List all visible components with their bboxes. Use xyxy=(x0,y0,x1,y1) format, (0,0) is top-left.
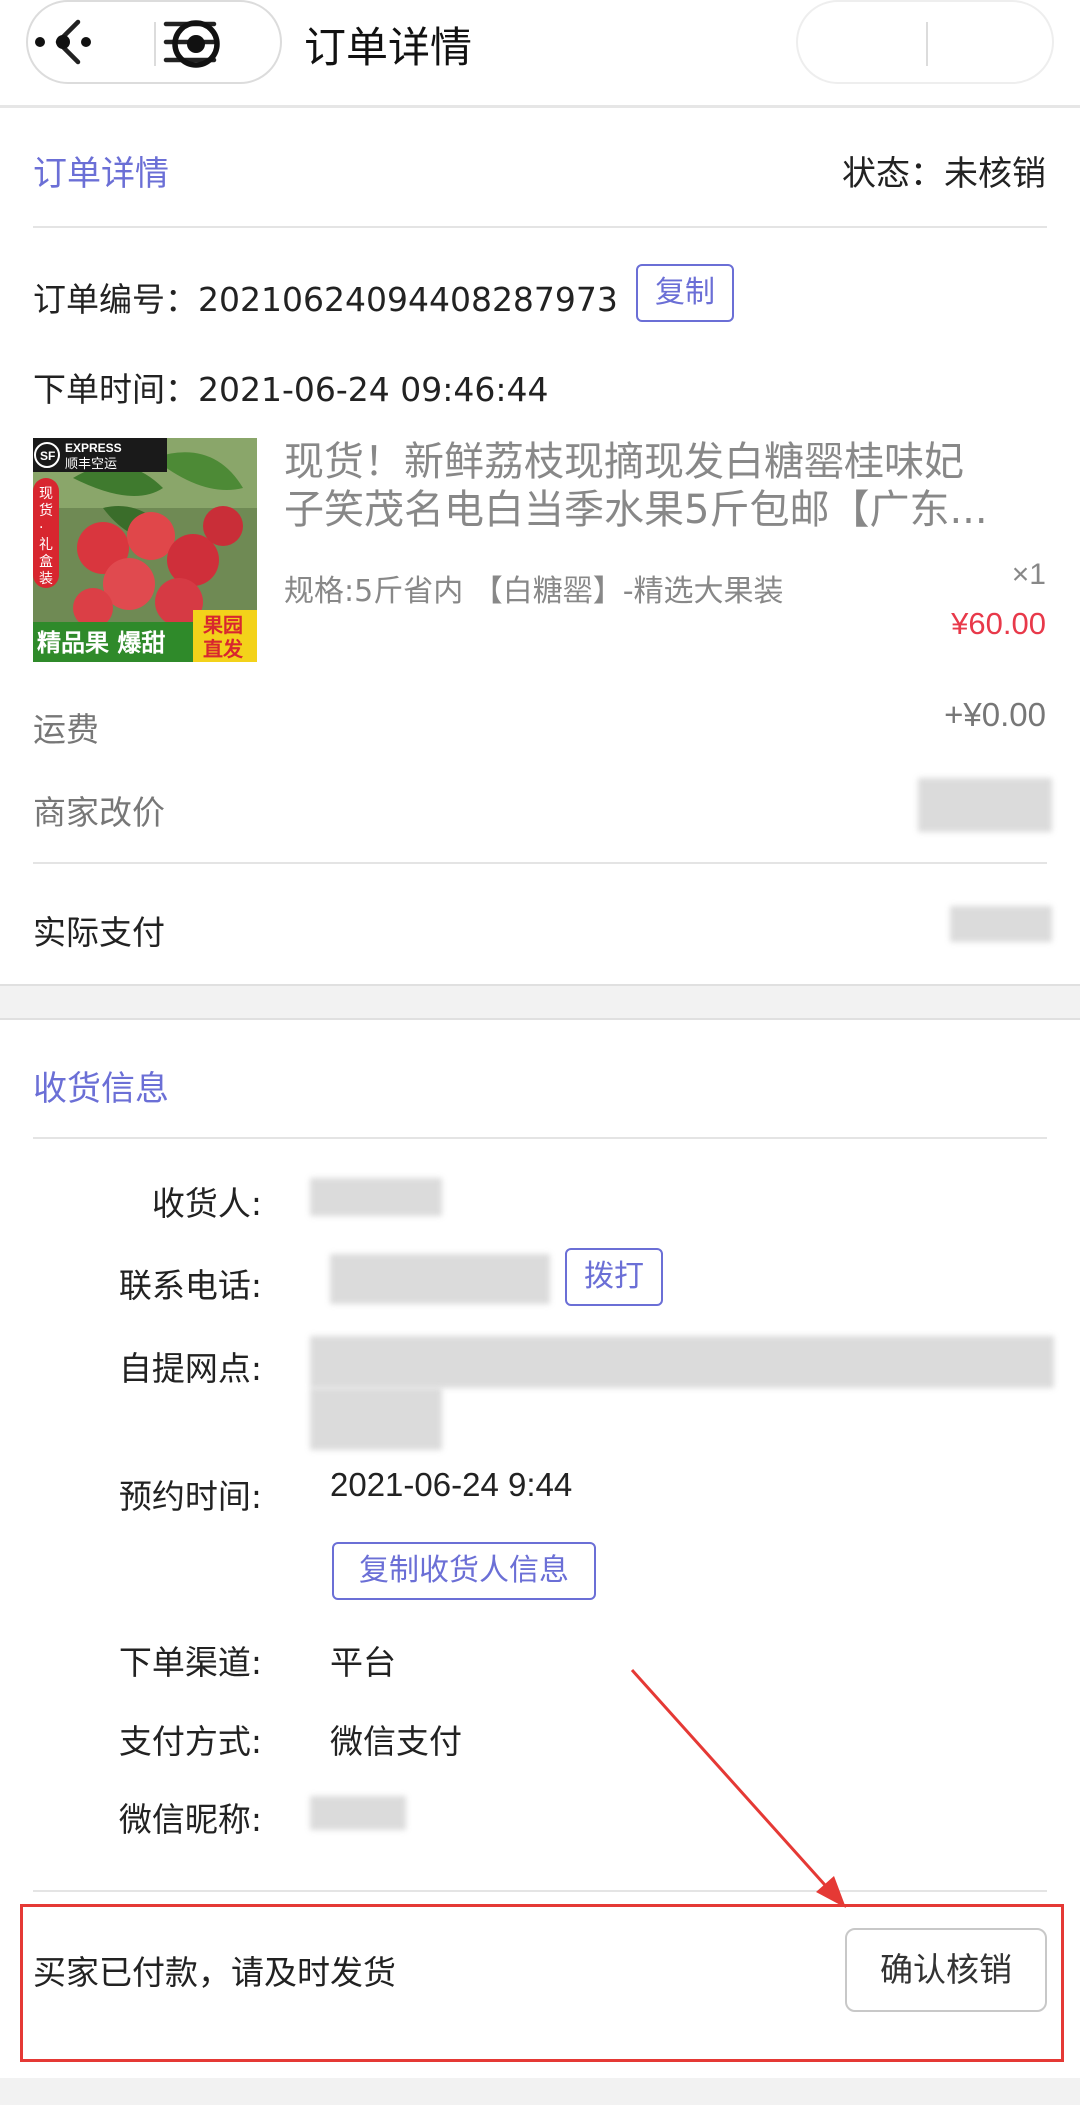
top-navigation-bar: 订单详情 xyxy=(0,0,1080,108)
divider xyxy=(33,1890,1047,1892)
express-text: EXPRESS xyxy=(65,441,122,455)
footer-message: 买家已付款，请及时发货 xyxy=(33,1953,396,1992)
section-separator xyxy=(0,984,1080,1020)
appointment-label: 预约时间: xyxy=(118,1477,262,1516)
product-image[interactable]: SF EXPRESS 顺丰空运 现货·礼盒装 精品果 爆甜 果园直发 xyxy=(33,438,257,662)
phone-redacted xyxy=(330,1254,550,1304)
order-section-title: 订单详情 xyxy=(33,154,169,194)
order-time-label: 下单时间： xyxy=(33,370,198,409)
annotation-arrow-icon xyxy=(630,1668,846,1908)
express-cn-text: 顺丰空运 xyxy=(65,457,117,472)
sf-logo-text: SF xyxy=(40,449,55,463)
copy-order-number-button[interactable]: 复制 xyxy=(636,264,734,322)
gift-badge-text: 现货·礼盒装 xyxy=(39,486,53,587)
bottom-strip xyxy=(0,2078,1080,2105)
actual-pay-redacted xyxy=(950,906,1052,942)
merchant-adjust-label: 商家改价 xyxy=(33,793,165,832)
shipping-fee-value: +¥0.00 xyxy=(944,696,1046,733)
product-price: ¥60.00 xyxy=(951,606,1046,641)
target-circle-icon[interactable] xyxy=(168,16,224,72)
product-spec: 规格:5斤省内 【白糖罂】-精选大果装 xyxy=(284,574,784,609)
product-title-line2: 子笑茂名电白当季水果5斤包邮【广东... xyxy=(284,487,988,533)
more-dots-icon[interactable] xyxy=(32,20,94,64)
merchant-adjust-redacted xyxy=(918,778,1052,832)
divider xyxy=(33,862,1047,864)
order-status: 状态：未核销 xyxy=(842,146,1046,195)
payment-value: 微信支付 xyxy=(330,1722,462,1761)
copy-receiver-info-button[interactable]: 复制收货人信息 xyxy=(332,1542,596,1600)
wechat-nickname-redacted xyxy=(310,1796,406,1830)
pickup-address-redacted xyxy=(310,1336,1054,1388)
page-title: 订单详情 xyxy=(304,23,473,72)
product-quantity: ×1 xyxy=(1011,558,1046,591)
wechat-nickname-label: 微信昵称: xyxy=(118,1800,262,1839)
channel-value: 平台 xyxy=(330,1643,396,1682)
capsule-divider xyxy=(926,22,928,66)
order-number-label: 订单编号： xyxy=(33,280,198,319)
payment-label: 支付方式: xyxy=(118,1722,262,1761)
actual-pay-label: 实际支付 xyxy=(33,913,165,952)
pickup-address-redacted-2 xyxy=(310,1388,442,1450)
product-title[interactable]: 现货！新鲜荔枝现摘现发白糖罂桂味妃 子笑茂名电白当季水果5斤包邮【广东... xyxy=(284,438,1054,534)
capsule-divider xyxy=(154,22,156,66)
order-time-row: 下单时间：2021-06-24 09:46:44 xyxy=(33,363,548,411)
phone-label: 联系电话: xyxy=(118,1266,262,1305)
status-value: 未核销 xyxy=(944,154,1046,194)
receiver-redacted xyxy=(310,1178,442,1216)
channel-label: 下单渠道: xyxy=(118,1643,262,1682)
product-title-line1: 现货！新鲜荔枝现摘现发白糖罂桂味妃 xyxy=(284,439,964,485)
slogan-text: 精品果 爆甜 xyxy=(37,629,165,657)
shipping-fee-label: 运费 xyxy=(33,710,99,749)
receiver-label: 收货人: xyxy=(151,1184,262,1223)
order-time-value: 2021-06-24 09:46:44 xyxy=(198,370,549,409)
appointment-value: 2021-06-24 9:44 xyxy=(330,1466,573,1503)
order-number-value: 20210624094408287973 xyxy=(198,280,618,319)
orchard-text: 果园直发 xyxy=(203,613,244,661)
status-label: 状态： xyxy=(842,154,944,194)
divider xyxy=(33,226,1047,228)
confirm-writeoff-button[interactable]: 确认核销 xyxy=(845,1928,1047,2012)
divider xyxy=(33,1137,1047,1139)
call-button[interactable]: 拨打 xyxy=(565,1248,663,1306)
pickup-label: 自提网点: xyxy=(118,1349,262,1388)
shipping-section-title: 收货信息 xyxy=(33,1069,169,1109)
order-number-row: 订单编号：20210624094408287973 xyxy=(33,273,618,321)
nav-capsule-right xyxy=(796,0,1054,84)
